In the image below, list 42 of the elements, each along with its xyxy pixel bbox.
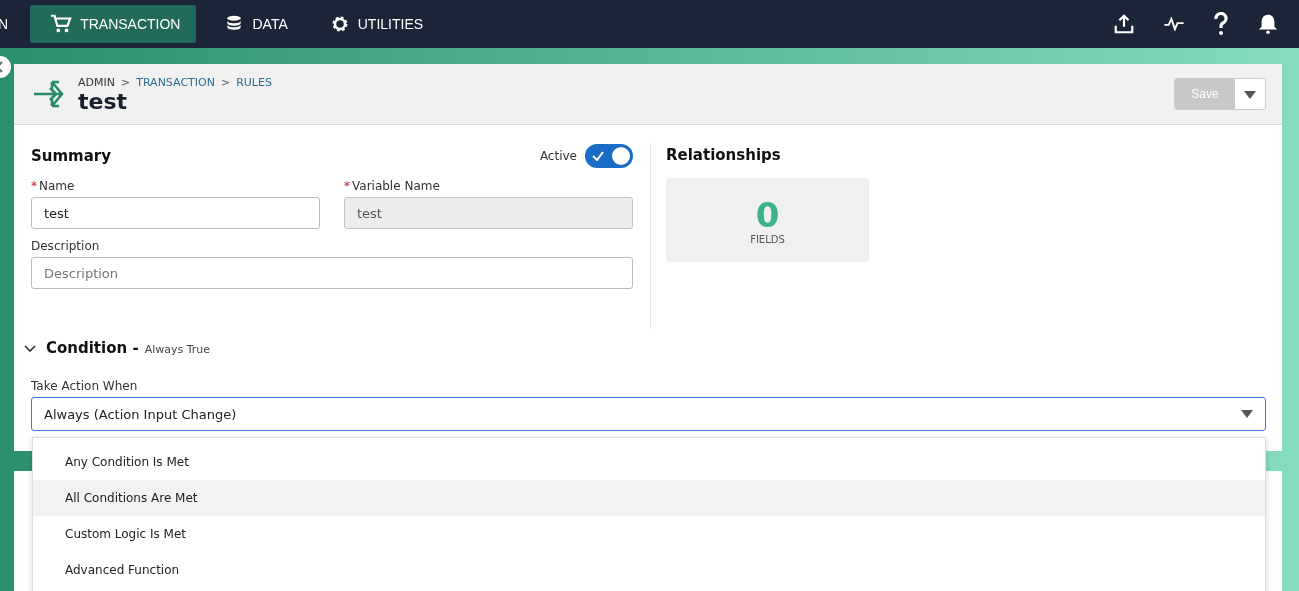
breadcrumb-separator: >	[120, 75, 131, 89]
field-label: Description	[31, 239, 101, 253]
section-subtitle: Always True	[144, 343, 211, 356]
dropdown-option[interactable]: Custom Logic Is Met	[33, 516, 1265, 552]
notification-bell-icon[interactable]	[1257, 13, 1279, 35]
caret-icon	[1241, 410, 1253, 418]
activity-icon[interactable]	[1163, 17, 1185, 31]
breadcrumb-item: ADMIN	[78, 75, 115, 89]
section-title: Condition -	[46, 339, 139, 357]
nav-tab[interactable]: TRANSACTION	[30, 5, 197, 43]
active-toggle[interactable]	[585, 144, 633, 168]
breadcrumb-item[interactable]: RULES	[236, 75, 272, 89]
required-mark: *	[344, 179, 350, 193]
nav-tab[interactable]: N	[0, 5, 9, 43]
caret-icon	[1244, 90, 1256, 99]
page-title: test	[78, 88, 129, 115]
fields-label: FIELDS	[750, 233, 785, 245]
dropdown-option[interactable]: Advanced Function	[33, 552, 1265, 588]
fields-count: 0	[755, 195, 780, 234]
text-field[interactable]: test	[31, 197, 320, 229]
nav-tab[interactable]: UTILITIES	[315, 5, 438, 43]
dropdown-option[interactable]: Any Condition Is Met	[33, 444, 1265, 480]
toggle-label: Active	[539, 149, 577, 163]
chevron-icon[interactable]	[24, 345, 36, 353]
cart-icon	[50, 13, 73, 35]
field-label-text: Variable Name	[352, 179, 440, 193]
field-label: Take Action When	[31, 379, 139, 393]
save-options-button[interactable]	[1235, 79, 1265, 109]
required-mark: *	[31, 179, 37, 193]
check-icon	[592, 151, 604, 161]
select-field[interactable]: Always (Action Input Change)	[31, 397, 1266, 431]
dropdown-option[interactable]: All Conditions Are Met	[33, 480, 1265, 516]
upload-icon[interactable]	[1113, 13, 1135, 35]
description-field[interactable]: Description	[31, 257, 633, 289]
help-icon[interactable]	[1213, 12, 1229, 36]
breadcrumb-separator: >	[220, 75, 231, 89]
split-arrows-icon	[32, 78, 64, 110]
field-label-text: Name	[39, 179, 75, 193]
breadcrumb-item[interactable]: TRANSACTION	[136, 75, 215, 89]
section-title: Relationships	[666, 146, 782, 164]
nav-tab[interactable]: DATA	[210, 5, 302, 43]
section-title: Summary	[31, 147, 113, 165]
